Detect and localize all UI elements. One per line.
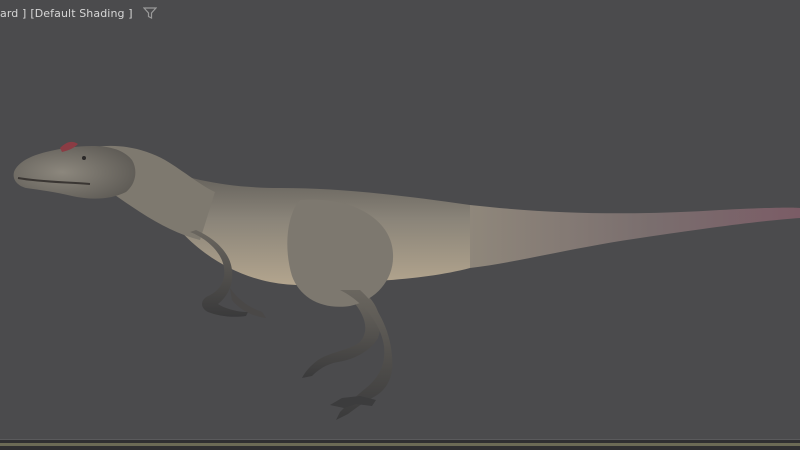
dinosaur-eye bbox=[82, 156, 86, 160]
shading-mode-label[interactable]: [Default Shading ] bbox=[30, 7, 132, 20]
viewport-scene bbox=[13, 141, 800, 420]
viewport-bottom-bar bbox=[0, 439, 800, 450]
view-mode-label[interactable]: ard ] bbox=[0, 7, 26, 20]
funnel-icon[interactable] bbox=[142, 7, 157, 19]
dinosaur-tail bbox=[470, 205, 800, 268]
dinosaur-head bbox=[13, 146, 136, 199]
viewport-label[interactable]: ard ] [Default Shading ] bbox=[0, 5, 157, 21]
timeline-track[interactable] bbox=[0, 443, 800, 446]
3d-viewport[interactable]: ard ] [Default Shading ] bbox=[0, 0, 800, 450]
